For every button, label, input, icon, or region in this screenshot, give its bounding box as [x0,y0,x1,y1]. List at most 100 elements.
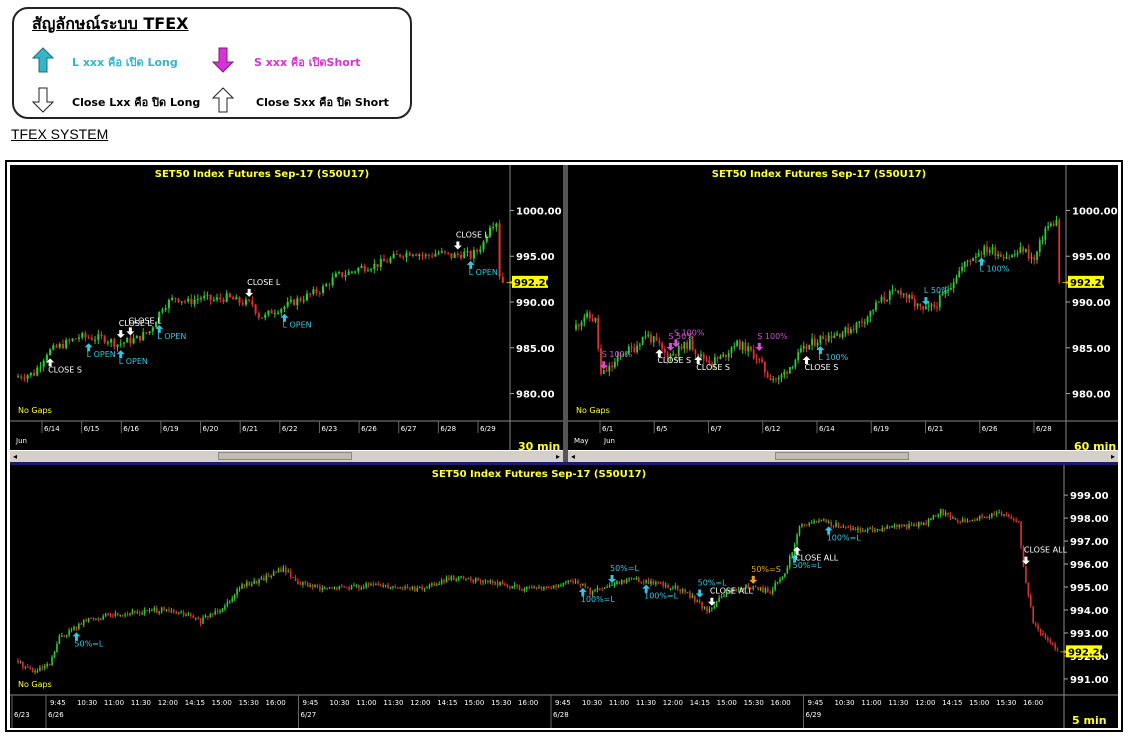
candle-body [336,587,338,590]
candle-body [758,359,761,361]
candle-body [1029,595,1032,607]
candle-body [338,272,341,274]
candle-body [644,335,647,337]
candle-body [263,577,265,581]
candle-body [897,290,900,292]
candle-body [935,515,937,517]
candle-body [192,615,195,618]
candle-body [661,343,663,349]
candle-body [659,582,662,584]
x-tick-label: 6/14 [44,425,60,433]
candle-body [708,609,711,612]
x-tick-label: 15:30 [996,699,1016,707]
x-tick-label: 15:00 [969,699,989,707]
candle-body [241,302,244,305]
signal-label: CLOSE ALL [795,554,839,563]
candle-body [499,582,501,586]
candle-body [415,254,418,256]
candle-body [861,321,863,323]
candle-body [911,295,913,300]
candle-body [859,528,862,531]
legend-title: สัญลักษณ์ระบบ TFEX [32,14,189,33]
candle-body [190,614,192,616]
signal-label: CLOSE ALL [1024,546,1068,555]
candle-body [854,528,857,531]
candle-body [1042,633,1044,636]
candle-body [971,519,974,522]
candle-body [476,250,479,252]
scrollbar-30min[interactable]: ◂ ▸ [10,450,563,462]
candle-body [508,586,511,588]
candle-body [744,342,747,352]
signal-label: L OPEN [87,350,116,359]
candle-body [777,377,780,380]
candle-body [408,252,411,256]
candle-body [827,521,830,523]
candle-body [772,378,775,381]
candle-body [672,587,674,589]
candle-body [31,668,34,673]
candle-body [272,571,275,577]
candle-body [638,344,641,346]
date-label: 6/28 [553,711,569,719]
candle-body [199,298,203,300]
chart-30min: SET50 Index Futures Sep-17 (S50U17) 1000.… [10,165,563,454]
candle-body [294,577,297,581]
scroll-right-button[interactable]: ▸ [1108,451,1118,462]
chart-title: SET50 Index Futures Sep-17 (S50U17) [712,169,926,180]
candle-body [293,299,296,306]
candle-body [811,338,813,345]
candle-body [1005,514,1008,516]
candle-body [1038,240,1041,252]
candle-body [126,338,129,343]
scrollbar-60min[interactable]: ◂ ▸ [568,450,1118,462]
candle-body [657,582,660,584]
candle-body [326,587,328,589]
candle-body [190,298,193,304]
candle-body [173,610,175,613]
candle-body [460,254,463,259]
x-tick-label: 15:30 [491,699,511,707]
candle-body [613,361,616,368]
candle-body [43,666,46,669]
candle-body [888,525,891,528]
candle-body [92,618,95,620]
candle-body [382,259,386,262]
candle-body [275,571,277,573]
candle-body [582,583,584,586]
candle-body [299,298,302,301]
candle-body [138,612,141,614]
scroll-thumb[interactable] [775,452,909,460]
signal-label: 100%=L [581,595,616,604]
candle-body [560,585,562,587]
candle-body [664,584,667,586]
candle-body [225,293,228,302]
scroll-left-button[interactable]: ◂ [10,451,20,462]
x-tick-label: 11:00 [861,699,881,707]
x-tick-label: 16:00 [266,699,286,707]
candle-body [618,581,621,584]
scroll-left-button[interactable]: ◂ [568,451,578,462]
candle-body [955,277,958,283]
candle-body [655,582,657,585]
x-tick-label: 11:00 [356,699,376,707]
candle-body [722,354,725,357]
scroll-right-button[interactable]: ▸ [553,451,563,462]
candle-body [94,339,97,341]
candle-body [976,519,979,521]
candle-body [360,265,363,269]
candle-body [864,530,867,532]
candle-body [723,595,725,597]
scroll-thumb[interactable] [218,452,352,460]
candle-body [39,366,42,368]
candle-body [370,584,372,586]
candle-body [448,577,450,580]
y-tick-label: 991.00 [1070,675,1109,686]
candle-body [292,577,294,579]
outline-up-arrow-icon [212,87,234,113]
candle-body [919,303,922,306]
candle-body [55,345,58,348]
candle-body [518,586,521,590]
candle-body [318,292,321,294]
candle-body [428,585,431,588]
